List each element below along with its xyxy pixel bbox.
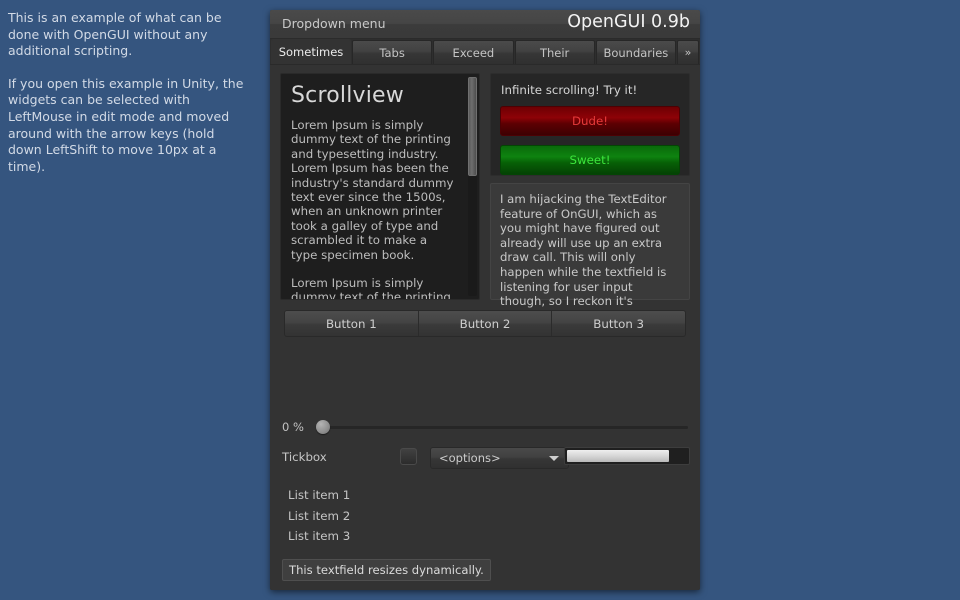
tab-exceed[interactable]: Exceed bbox=[433, 40, 514, 64]
opengui-window: Dropdown menu OpenGUI 0.9b Sometimes Tab… bbox=[270, 10, 700, 590]
scrollview-heading: Scrollview bbox=[291, 83, 404, 108]
tab-strip: Sometimes Tabs Exceed Their Boundaries » bbox=[270, 39, 700, 65]
window-titlebar: Dropdown menu OpenGUI 0.9b bbox=[270, 10, 700, 39]
scrollview-panel[interactable]: Scrollview Lorem Ipsum is simply dummy t… bbox=[280, 73, 480, 300]
slider-row: 0 % bbox=[282, 418, 690, 436]
chevron-down-icon bbox=[549, 456, 559, 461]
text-editor-field[interactable]: I am hijacking the TextEditor feature of… bbox=[490, 183, 690, 323]
tickbox-checkbox[interactable] bbox=[400, 448, 417, 465]
sweet-button[interactable]: Sweet! bbox=[500, 145, 680, 175]
scrollbar-thumb[interactable] bbox=[468, 77, 477, 176]
slider-track[interactable] bbox=[316, 420, 688, 434]
tickbox-label: Tickbox bbox=[282, 450, 327, 464]
dropdown-selected-value: <options> bbox=[439, 451, 501, 465]
controls-row: Tickbox <options> bbox=[282, 447, 690, 469]
intro-paragraph-2: If you open this example in Unity, the w… bbox=[8, 75, 244, 174]
button-3[interactable]: Button 3 bbox=[552, 311, 685, 336]
dropdown-menu-button[interactable]: Dropdown menu bbox=[282, 16, 386, 31]
list-item[interactable]: List item 3 bbox=[288, 526, 350, 547]
tab-their[interactable]: Their bbox=[514, 40, 595, 64]
list-item[interactable]: List item 1 bbox=[288, 485, 350, 506]
window-body: Scrollview Lorem Ipsum is simply dummy t… bbox=[270, 65, 700, 590]
app-title: OpenGUI 0.9b bbox=[567, 12, 690, 32]
tab-overflow-button[interactable]: » bbox=[677, 40, 699, 64]
tab-sometimes[interactable]: Sometimes bbox=[271, 39, 351, 64]
options-dropdown[interactable]: <options> bbox=[430, 447, 569, 469]
button-2[interactable]: Button 2 bbox=[419, 311, 553, 336]
scrollview-vertical-scrollbar[interactable] bbox=[468, 77, 477, 296]
button-1[interactable]: Button 1 bbox=[285, 311, 419, 336]
scrollview-paragraph-1: Lorem Ipsum is simply dummy text of the … bbox=[291, 118, 454, 262]
dynamic-textfield[interactable]: This textfield resizes dynamically. bbox=[282, 559, 491, 581]
item-list: List item 1 List item 2 List item 3 bbox=[288, 485, 350, 547]
intro-paragraph-1: This is an example of what can be done w… bbox=[8, 10, 222, 59]
scrollview-content: Scrollview Lorem Ipsum is simply dummy t… bbox=[281, 74, 467, 299]
list-item[interactable]: List item 2 bbox=[288, 506, 350, 527]
progress-bar bbox=[564, 447, 690, 465]
scrollview-paragraph-2: Lorem Ipsum is simply dummy text of the … bbox=[291, 276, 451, 300]
tab-tabs[interactable]: Tabs bbox=[352, 40, 433, 64]
slider-value-label: 0 % bbox=[282, 420, 304, 434]
button-bar: Button 1 Button 2 Button 3 bbox=[284, 310, 686, 337]
dude-button[interactable]: Dude! bbox=[500, 106, 680, 136]
tab-boundaries[interactable]: Boundaries bbox=[595, 40, 676, 64]
slider-handle[interactable] bbox=[316, 420, 330, 434]
infinite-scroll-panel[interactable]: Infinite scrolling! Try it! Dude! Sweet! bbox=[490, 73, 690, 176]
progress-bar-fill bbox=[567, 450, 669, 462]
infinite-scroll-heading: Infinite scrolling! Try it! bbox=[501, 83, 638, 97]
right-column: Infinite scrolling! Try it! Dude! Sweet!… bbox=[490, 73, 690, 323]
intro-description: This is an example of what can be done w… bbox=[8, 10, 248, 191]
panel-row: Scrollview Lorem Ipsum is simply dummy t… bbox=[280, 73, 690, 323]
